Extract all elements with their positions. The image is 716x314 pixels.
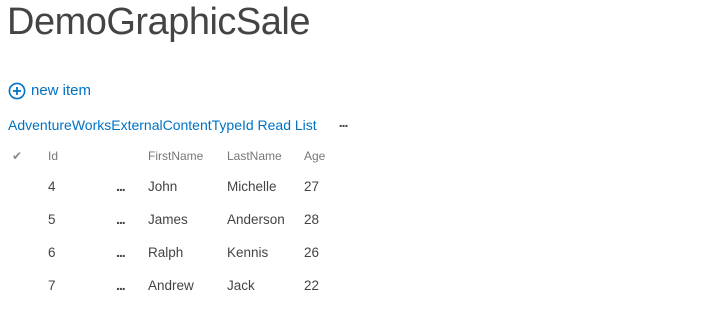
plus-circle-icon [8, 82, 26, 100]
new-item-label: new item [31, 82, 92, 99]
cell-id: 4 [48, 179, 56, 194]
cell-id: 6 [48, 245, 56, 260]
row-menu-cell: ... [112, 170, 148, 203]
row-select-cell[interactable] [8, 203, 48, 236]
row-select-cell[interactable] [8, 170, 48, 203]
cell-age: 26 [304, 245, 320, 260]
column-header-firstname[interactable]: FirstName [148, 142, 227, 170]
page-title: DemoGraphicSale [7, 1, 310, 43]
cell-id: 7 [48, 278, 56, 293]
row-menu-ellipsis-icon[interactable]: ... [116, 179, 126, 193]
cell-age: 27 [304, 179, 320, 194]
table-row[interactable]: 7 ... Andrew Jack 22 [8, 269, 364, 302]
checkmark-icon: ✔ [12, 149, 23, 163]
cell-firstname: Andrew [148, 278, 194, 293]
column-header-id[interactable]: Id [48, 142, 112, 170]
cell-id: 5 [48, 212, 56, 227]
table-row[interactable]: 5 ... James Anderson 28 [8, 203, 364, 236]
column-header-age[interactable]: Age [304, 142, 364, 170]
column-header-spacer [112, 142, 148, 170]
cell-firstname: Ralph [148, 245, 184, 260]
view-name-link[interactable]: AdventureWorksExternalContentTypeId Read… [8, 116, 317, 134]
view-selector: AdventureWorksExternalContentTypeId Read… [8, 115, 349, 134]
row-menu-cell: ... [112, 269, 148, 302]
cell-lastname: Jack [227, 278, 255, 293]
cell-lastname: Anderson [227, 212, 285, 227]
row-menu-ellipsis-icon[interactable]: ... [116, 278, 126, 292]
row-menu-cell: ... [112, 236, 148, 269]
row-menu-cell: ... [112, 203, 148, 236]
table-header-row: ✔ Id FirstName LastName Age [8, 142, 364, 170]
row-menu-ellipsis-icon[interactable]: ... [116, 212, 126, 226]
row-select-cell[interactable] [8, 269, 48, 302]
select-all-checkbox[interactable]: ✔ [8, 142, 48, 170]
table-row[interactable]: 4 ... John Michelle 27 [8, 170, 364, 203]
row-menu-ellipsis-icon[interactable]: ... [116, 245, 126, 259]
cell-age: 28 [304, 212, 320, 227]
cell-firstname: James [148, 212, 188, 227]
cell-lastname: Michelle [227, 179, 277, 194]
cell-lastname: Kennis [227, 245, 269, 260]
table-row[interactable]: 6 ... Ralph Kennis 26 [8, 236, 364, 269]
view-menu-ellipsis-icon[interactable]: ... [339, 115, 349, 129]
row-select-cell[interactable] [8, 236, 48, 269]
cell-age: 22 [304, 278, 320, 293]
list-table: ✔ Id FirstName LastName Age 4 ... John M… [8, 142, 364, 302]
cell-firstname: John [148, 179, 178, 194]
new-item-button[interactable]: new item [8, 82, 91, 100]
column-header-lastname[interactable]: LastName [227, 142, 304, 170]
